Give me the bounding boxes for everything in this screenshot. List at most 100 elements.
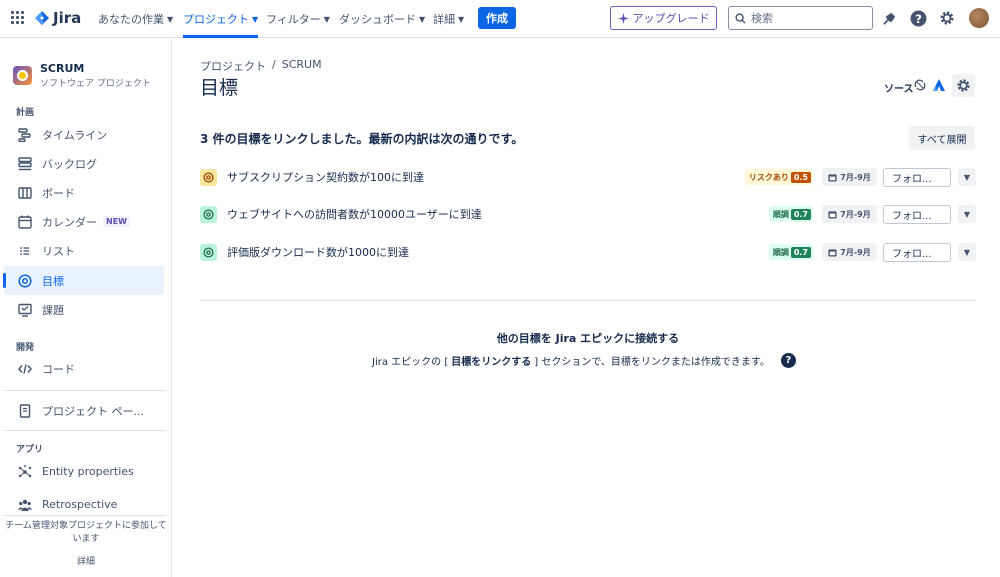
- create-button[interactable]: 作成: [478, 7, 516, 29]
- score-badge: 0.5: [790, 171, 811, 183]
- sidebar-item-label: ボード: [42, 186, 75, 200]
- sidebar-item-entity-properties[interactable]: Entity properties: [4, 457, 164, 486]
- breadcrumb-projects[interactable]: プロジェクト: [200, 58, 266, 74]
- help-icon[interactable]: ?: [780, 353, 796, 368]
- chevron-down-icon[interactable]: ▼: [958, 168, 976, 186]
- status-label: 順調: [772, 209, 789, 219]
- score-badge: 0.7: [790, 246, 811, 258]
- people-icon: [17, 497, 33, 513]
- atlassian-icon[interactable]: [931, 76, 947, 94]
- section-divider: [200, 300, 976, 301]
- follow-dropdown[interactable]: フォロ...: [883, 242, 951, 262]
- target-date[interactable]: 7月-9月: [822, 205, 877, 223]
- project-header[interactable]: SCRUM ソフトウェア プロジェクト: [13, 62, 151, 89]
- connect-desc-suffix: ] セクションで、目標をリンクまたは作成できます。: [534, 357, 770, 368]
- goal-row[interactable]: サブスクリプション契約数が100に到達 リスクあり 0.5 7月-9月 フォロ.…: [200, 166, 976, 188]
- goal-name[interactable]: ウェブサイトへの訪問者数が10000ユーザーに到達: [227, 206, 482, 222]
- goals-settings-button[interactable]: [952, 74, 975, 97]
- project-avatar-icon: [13, 66, 32, 85]
- upgrade-button[interactable]: アップグレード: [610, 6, 717, 30]
- search-placeholder: 検索: [751, 12, 773, 25]
- goal-name[interactable]: サブスクリプション契約数が100に到達: [227, 169, 424, 185]
- app-switcher-icon[interactable]: [11, 11, 25, 25]
- calendar-icon: [17, 214, 33, 230]
- sidebar: SCRUM ソフトウェア プロジェクト 計画 タイムライン バックログ ボード …: [0, 39, 172, 577]
- sidebar-item-label: コード: [42, 362, 75, 376]
- jira-logo-text: Jira: [53, 9, 82, 27]
- project-type: ソフトウェア プロジェクト: [40, 79, 151, 89]
- goal-row[interactable]: 評価版ダウンロード数が1000に到達 順調 0.7 7月-9月 フォロ... ▼: [200, 241, 976, 263]
- nav-your-work[interactable]: あなたの作業 ▼: [98, 11, 173, 27]
- sidebar-item-list[interactable]: リスト: [4, 236, 164, 265]
- follow-dropdown[interactable]: フォロ...: [883, 167, 951, 187]
- nav-projects[interactable]: プロジェクト ▼: [183, 11, 259, 38]
- sidebar-footer-text: チーム管理対象プロジェクトに参加して います: [0, 520, 172, 546]
- sidebar-item-calendar[interactable]: カレンダー NEW: [4, 207, 164, 236]
- breadcrumb: プロジェクト / SCRUM: [200, 58, 322, 74]
- connect-desc-bold: 目標をリンクする: [451, 357, 532, 368]
- notifications-icon[interactable]: [880, 9, 898, 27]
- status-badge: リスクあり 0.5: [744, 169, 813, 185]
- sidebar-item-project-pages[interactable]: プロジェクト ペー...: [4, 396, 164, 425]
- list-icon: [17, 243, 33, 259]
- chevron-down-icon[interactable]: ▼: [958, 243, 976, 261]
- avatar[interactable]: [969, 8, 989, 28]
- network-icon: [17, 464, 33, 480]
- sidebar-item-backlog[interactable]: バックログ: [4, 149, 164, 178]
- expand-all-button[interactable]: すべて展開: [909, 126, 975, 150]
- sidebar-item-code[interactable]: コード: [4, 354, 164, 383]
- goals-summary: 3 件の目標をリンクしました。最新の内訳は次の通りです。: [200, 132, 524, 146]
- nav-dashboards[interactable]: ダッシュボード ▼: [339, 11, 425, 27]
- target-date[interactable]: 7月-9月: [822, 168, 877, 186]
- breadcrumb-scrum[interactable]: SCRUM: [282, 58, 322, 74]
- nav-dashboards-label: ダッシュボード: [339, 13, 416, 26]
- chevron-down-icon: ▼: [167, 14, 174, 24]
- board-icon: [17, 185, 33, 201]
- goal-row[interactable]: ウェブサイトへの訪問者数が10000ユーザーに到達 順調 0.7 7月-9月 フ…: [200, 203, 976, 225]
- sidebar-item-label: 目標: [42, 274, 64, 288]
- status-badge: 順調 0.7: [768, 206, 813, 222]
- goals-icon: [17, 273, 33, 289]
- jira-logo[interactable]: Jira: [34, 9, 81, 27]
- sidebar-item-timeline[interactable]: タイムライン: [4, 120, 164, 149]
- nav-your-work-label: あなたの作業: [98, 13, 164, 26]
- sidebar-divider: [4, 430, 166, 431]
- sidebar-item-label: Entity properties: [42, 465, 134, 478]
- status-label: 順調: [772, 247, 789, 257]
- timeline-icon: [17, 127, 33, 143]
- connect-goals-title: 他の目標を Jira エピックに接続する: [496, 332, 680, 345]
- calendar-icon: [828, 173, 837, 182]
- goal-name[interactable]: 評価版ダウンロード数が1000に到達: [227, 244, 409, 260]
- sidebar-item-goals[interactable]: 目標: [3, 266, 164, 295]
- status-badge: 順調 0.7: [768, 244, 813, 260]
- code-icon: [17, 361, 33, 377]
- sidebar-item-label: 課題: [42, 303, 64, 317]
- target-date-label: 7月-9月: [840, 172, 871, 182]
- sync-icon[interactable]: [912, 76, 928, 94]
- sidebar-item-board[interactable]: ボード: [4, 178, 164, 207]
- sidebar-item-label: プロジェクト ペー...: [42, 404, 144, 418]
- help-icon[interactable]: ?: [909, 9, 927, 27]
- sidebar-item-issues[interactable]: 課題: [4, 295, 164, 324]
- apps-section-title: アプリ: [16, 445, 44, 455]
- chevron-down-icon[interactable]: ▼: [958, 205, 976, 223]
- search-input[interactable]: 検索: [728, 6, 873, 30]
- connect-desc-prefix: Jira エピックの [: [372, 357, 449, 368]
- sidebar-footer-link[interactable]: 詳細: [0, 556, 172, 569]
- breadcrumb-separator: /: [272, 58, 276, 71]
- sidebar-divider: [4, 515, 166, 516]
- settings-icon[interactable]: [938, 9, 956, 27]
- planning-section-title: 計画: [16, 108, 35, 118]
- chevron-down-icon: ▼: [323, 14, 330, 24]
- page-icon: [17, 403, 33, 419]
- follow-dropdown[interactable]: フォロ...: [883, 204, 951, 224]
- chevron-down-icon: ▼: [458, 14, 465, 24]
- target-date[interactable]: 7月-9月: [822, 243, 877, 261]
- footer-text-line2: います: [72, 534, 100, 544]
- sidebar-item-label: リスト: [42, 244, 75, 258]
- nav-more[interactable]: 詳細 ▼: [433, 11, 464, 27]
- new-badge: NEW: [103, 216, 130, 227]
- goal-target-icon: [200, 243, 217, 261]
- chevron-down-icon: ▼: [419, 14, 426, 24]
- nav-filters[interactable]: フィルター ▼: [266, 11, 330, 27]
